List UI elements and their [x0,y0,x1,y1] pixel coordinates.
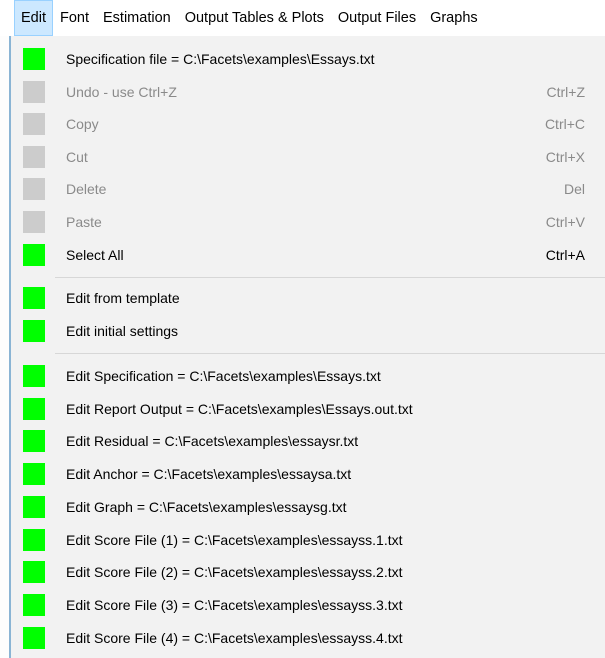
menu-item-edit-score-file-3[interactable]: Edit Score File (3) = C:\Facets\examples… [11,589,605,621]
menu-item-label: Edit Anchor = C:\Facets\examples\essaysa… [66,466,352,482]
menu-item-cut[interactable]: Cut Ctrl+X [11,141,605,173]
menu-item-label: Edit initial settings [66,323,179,339]
menu-item-shortcut: Ctrl+C [544,116,585,132]
menu-item-edit-score-file-4[interactable]: Edit Score File (4) = C:\Facets\examples… [11,622,605,654]
status-square-icon [23,398,45,420]
menu-item-edit-graph[interactable]: Edit Graph = C:\Facets\examples\essaysg.… [11,491,605,523]
menu-output-tables-plots[interactable]: Output Tables & Plots [178,0,331,36]
menu-item-undo[interactable]: Undo - use Ctrl+Z Ctrl+Z [11,76,605,108]
status-square-icon [23,81,45,103]
menu-item-label: Edit from template [66,290,180,306]
status-square-icon [23,178,45,200]
menu-item-shortcut: Del [563,181,585,197]
menu-item-label: Edit Specification = C:\Facets\examples\… [66,368,381,384]
menu-item-label: Paste [66,214,102,230]
edit-dropdown-menu: Specification file = C:\Facets\examples\… [9,36,605,658]
menu-item-copy[interactable]: Copy Ctrl+C [11,108,605,140]
menu-item-edit-score-file-2[interactable]: Edit Score File (2) = C:\Facets\examples… [11,556,605,588]
menu-item-shortcut: Ctrl+Z [546,84,586,100]
menu-item-label: Specification file = C:\Facets\examples\… [66,51,375,67]
status-square-icon [23,146,45,168]
menu-item-label: Delete [66,181,107,197]
menu-item-label: Edit Score File (2) = C:\Facets\examples… [66,564,403,580]
menu-item-label: Edit Score File (1) = C:\Facets\examples… [66,532,403,548]
menu-item-label: Edit Residual = C:\Facets\examples\essay… [66,433,359,449]
menu-item-edit-initial-settings[interactable]: Edit initial settings [11,315,605,347]
status-square-icon [23,529,45,551]
status-square-icon [23,463,45,485]
menu-item-select-all[interactable]: Select All Ctrl+A [11,239,605,271]
menu-separator [55,353,605,354]
status-square-icon [23,287,45,309]
menu-item-label: Edit Score File (3) = C:\Facets\examples… [66,597,403,613]
menu-item-shortcut: Ctrl+A [545,247,585,263]
menu-item-label: Copy [66,116,99,132]
status-square-icon [23,627,45,649]
menu-edit[interactable]: Edit [14,0,53,36]
status-square-icon [23,594,45,616]
status-square-icon [23,430,45,452]
status-square-icon [23,365,45,387]
status-square-icon [23,48,45,70]
menu-font[interactable]: Font [53,0,96,36]
menu-item-label: Cut [66,149,88,165]
menu-item-specification-file[interactable]: Specification file = C:\Facets\examples\… [11,43,605,75]
menu-item-edit-specification[interactable]: Edit Specification = C:\Facets\examples\… [11,360,605,392]
background-window-edge [0,36,9,658]
menu-item-label: Select All [66,247,124,263]
menu-item-delete[interactable]: Delete Del [11,173,605,205]
menu-item-edit-from-template[interactable]: Edit from template [11,282,605,314]
menu-item-label: Edit Graph = C:\Facets\examples\essaysg.… [66,499,347,515]
menu-bar: Edit Font Estimation Output Tables & Plo… [0,0,605,36]
menu-estimation[interactable]: Estimation [96,0,178,36]
menu-item-shortcut: Ctrl+X [545,149,585,165]
status-square-icon [23,244,45,266]
menu-item-paste[interactable]: Paste Ctrl+V [11,206,605,238]
status-square-icon [23,113,45,135]
menu-item-label: Undo - use Ctrl+Z [66,84,177,100]
menu-item-shortcut: Ctrl+V [545,214,585,230]
status-square-icon [23,496,45,518]
status-square-icon [23,561,45,583]
menu-item-edit-score-file-1[interactable]: Edit Score File (1) = C:\Facets\examples… [11,524,605,556]
menu-item-label: Edit Score File (4) = C:\Facets\examples… [66,630,403,646]
menu-item-edit-anchor[interactable]: Edit Anchor = C:\Facets\examples\essaysa… [11,458,605,490]
menu-item-edit-residual[interactable]: Edit Residual = C:\Facets\examples\essay… [11,425,605,457]
menu-separator [55,277,605,278]
menu-graphs[interactable]: Graphs [423,0,485,36]
menu-output-files[interactable]: Output Files [331,0,423,36]
menu-item-label: Edit Report Output = C:\Facets\examples\… [66,401,413,417]
status-square-icon [23,211,45,233]
status-square-icon [23,320,45,342]
menu-item-edit-report-output[interactable]: Edit Report Output = C:\Facets\examples\… [11,393,605,425]
